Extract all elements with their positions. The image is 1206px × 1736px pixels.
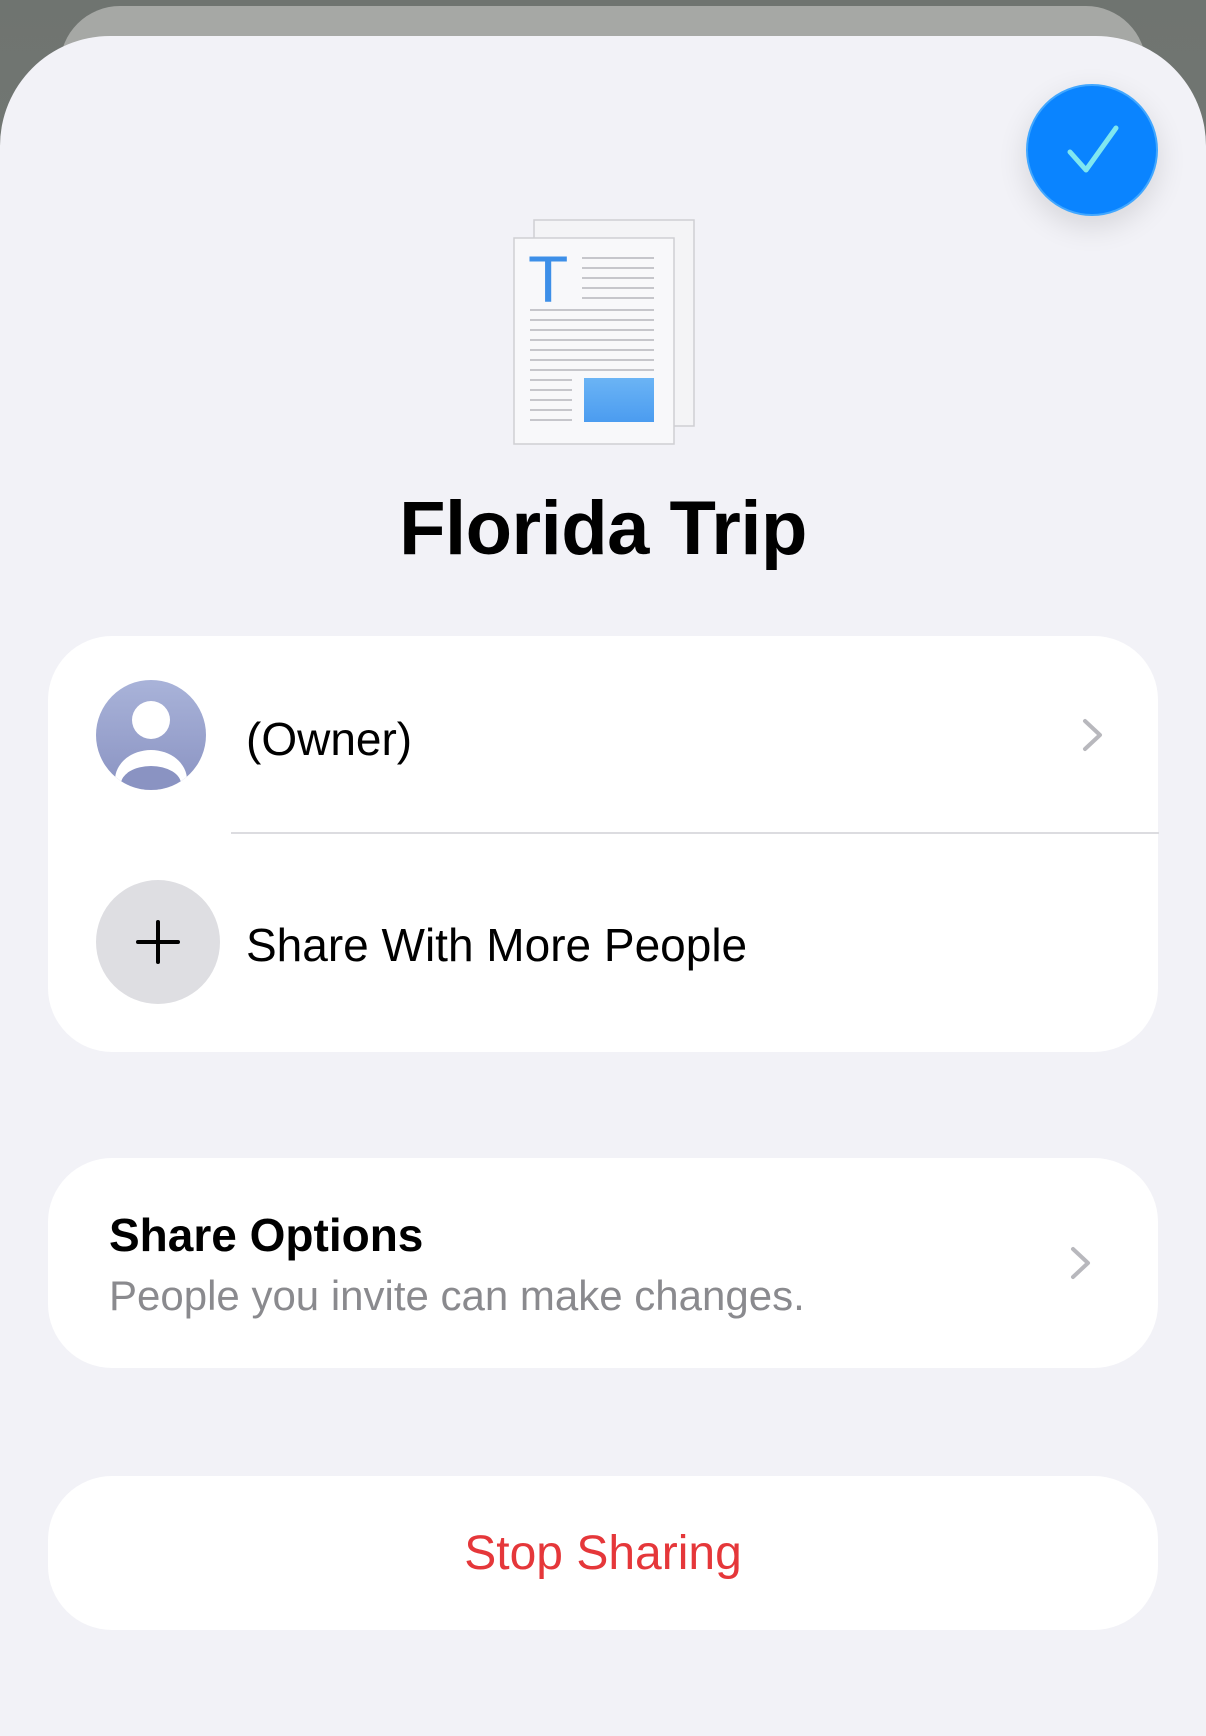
document-title: Florida Trip [399, 486, 807, 571]
svg-text:T: T [528, 242, 568, 316]
share-options-subtitle: People you invite can make changes. [109, 1272, 805, 1319]
owner-label: (Owner) [246, 713, 413, 765]
share-with-more-people-row[interactable]: Share With More People [48, 834, 1158, 1052]
stop-sharing-label: Stop Sharing [464, 1526, 742, 1580]
done-button[interactable] [1026, 84, 1158, 216]
person-silhouette-icon [96, 680, 206, 790]
checkmark-icon [1067, 125, 1119, 173]
chevron-right-icon [1083, 719, 1102, 751]
share-options-title: Share Options [109, 1209, 424, 1261]
share-with-more-people-label: Share With More People [246, 919, 748, 971]
share-options-card[interactable]: Share Options People you invite can make… [48, 1158, 1158, 1368]
owner-row[interactable]: (Owner) [48, 636, 1158, 836]
add-person-button[interactable] [96, 880, 220, 1004]
plus-icon [136, 920, 180, 964]
stop-sharing-button[interactable]: Stop Sharing [48, 1476, 1158, 1630]
participants-card: (Owner) Share With More People [48, 636, 1159, 1052]
chevron-right-icon [1071, 1247, 1090, 1279]
text-document-icon: T [513, 219, 695, 445]
